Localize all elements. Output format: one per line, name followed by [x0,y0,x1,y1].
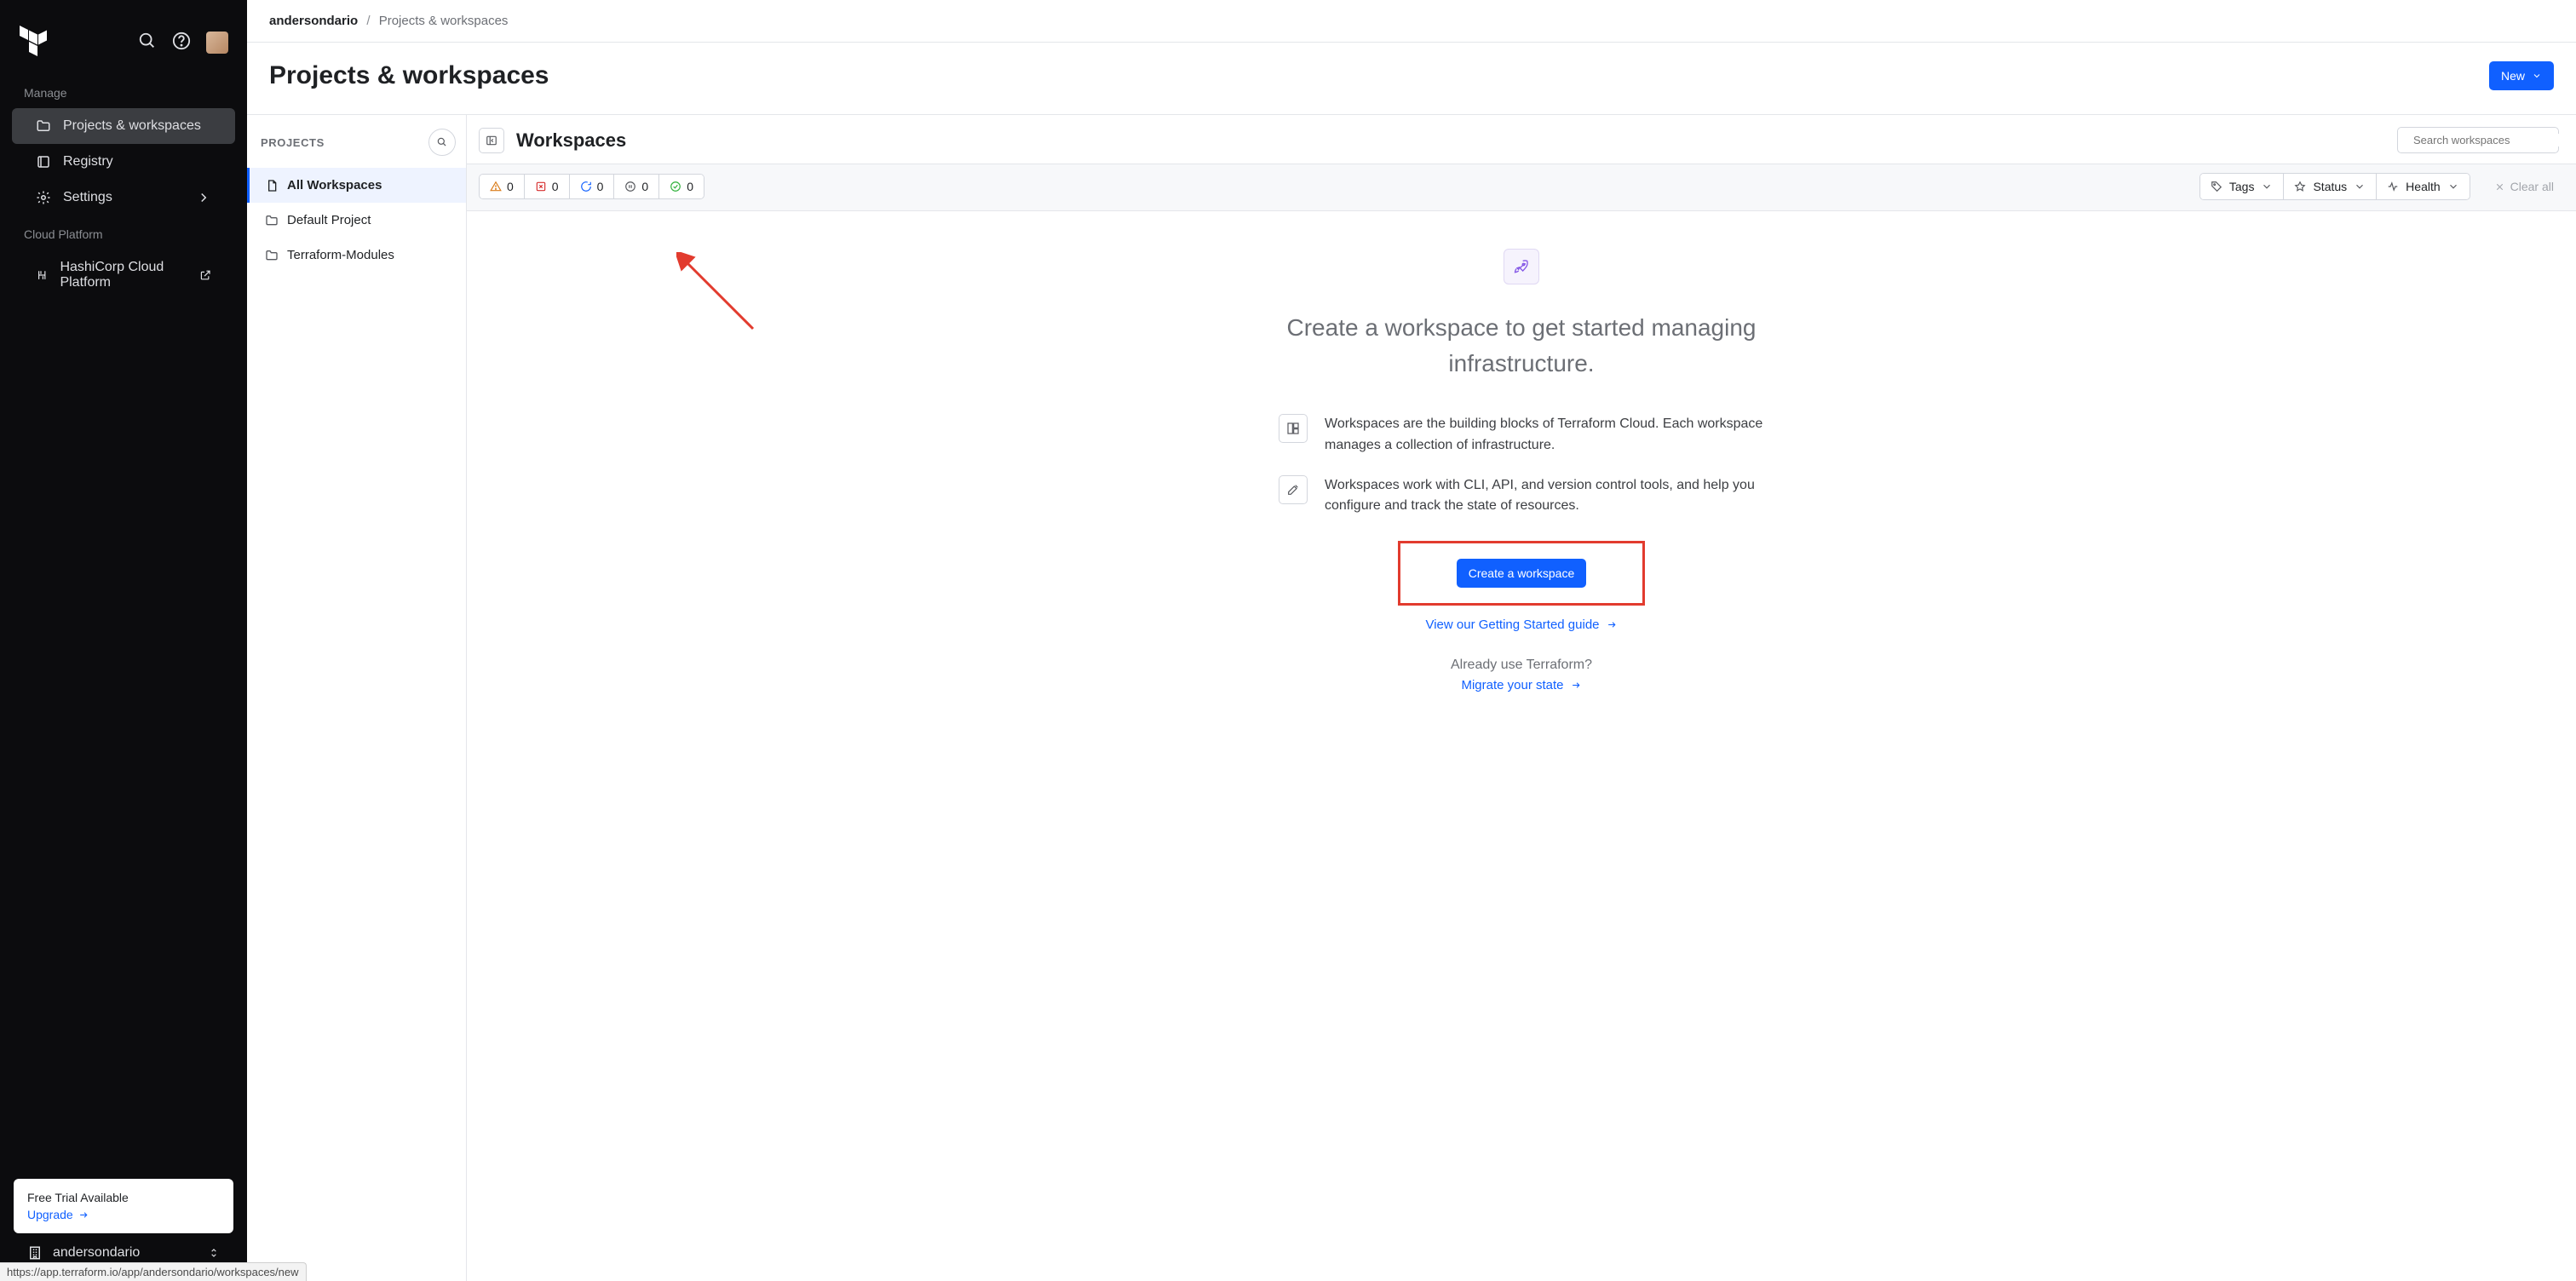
clear-filters[interactable]: Clear all [2479,180,2559,193]
chevron-right-icon [196,190,211,205]
project-item-label: Default Project [287,213,371,227]
activity-icon [2387,181,2399,192]
workspaces-search[interactable] [2397,127,2559,153]
upgrade-link[interactable]: Upgrade [27,1208,89,1221]
file-icon [265,179,279,192]
sidebar-item-hcp[interactable]: HashiCorp Cloud Platform [12,250,235,301]
collapse-projects-button[interactable] [479,128,504,153]
trial-card: Free Trial Available Upgrade [14,1179,233,1233]
create-workspace-button[interactable]: Create a workspace [1457,559,1587,588]
status-error[interactable]: 0 [525,175,570,198]
project-item[interactable]: All Workspaces [247,168,466,203]
trial-title: Free Trial Available [27,1191,220,1204]
filter-health[interactable]: Health [2377,174,2469,199]
folder-icon [265,214,279,227]
search-icon[interactable] [138,32,157,53]
arrow-right-icon [1571,680,1582,691]
nav-section-cloud: Cloud Platform [0,215,247,250]
external-link-icon [199,267,211,283]
building-icon [27,1245,43,1261]
breadcrumb: andersondario / Projects & workspaces [247,0,2576,43]
panel-collapse-icon [486,135,497,146]
sidebar-item-projects[interactable]: Projects & workspaces [12,108,235,144]
registry-icon [36,154,51,169]
projects-label: PROJECTS [261,136,325,149]
search-icon [436,136,448,148]
project-item-label: All Workspaces [287,178,382,192]
main: andersondario / Projects & workspaces Pr… [247,0,2576,1281]
chevron-down-icon [2447,181,2459,192]
workspaces-title: Workspaces [516,129,626,152]
sidebar-item-settings[interactable]: Settings [12,180,235,215]
chevron-down-icon [2261,181,2273,192]
tool-icon [1279,475,1308,504]
projects-panel: PROJECTS All Workspaces Default Project Te… [247,115,467,1281]
projects-search-button[interactable] [428,129,456,156]
status-warn[interactable]: 0 [480,175,525,198]
already-use: Already use Terraform? [1451,658,1592,673]
close-icon [2494,181,2505,192]
help-icon[interactable] [172,32,191,53]
running-icon [580,181,592,192]
avatar[interactable] [206,32,228,54]
arrow-right-icon [78,1209,89,1221]
breadcrumb-page: Projects & workspaces [379,14,509,28]
folder-icon [265,249,279,262]
filter-status[interactable]: Status [2284,174,2377,199]
chevrons-up-down-icon [208,1247,220,1259]
chevron-down-icon [2532,71,2542,81]
rocket-icon [1504,249,1539,284]
breadcrumb-org[interactable]: andersondario [269,14,358,28]
status-ok[interactable]: 0 [659,175,704,198]
new-button[interactable]: New [2489,61,2554,90]
layout-icon [1279,414,1308,443]
empty-info-1: Workspaces are the building blocks of Te… [1325,414,1764,457]
sidebar-item-registry[interactable]: Registry [12,144,235,180]
arrow-right-icon [1607,619,1618,630]
folder-icon [36,118,51,134]
filter-tags[interactable]: Tags [2200,174,2285,199]
migrate-state-link[interactable]: Migrate your state [1461,678,1581,692]
gear-icon [36,190,51,205]
highlighted-cta: Create a workspace [1398,541,1646,606]
project-item[interactable]: Terraform-Modules [247,238,466,273]
warning-icon [490,181,502,192]
status-counters: 0 0 0 0 0 [479,174,704,199]
tag-icon [2211,181,2222,192]
workspaces-panel: Workspaces 0 0 0 0 0 Tags [467,115,2576,1281]
status-paused[interactable]: 0 [614,175,659,198]
nav-section-manage: Manage [0,74,247,108]
success-icon [670,181,681,192]
paused-icon [624,181,636,192]
browser-status-url: https://app.terraform.io/app/andersondar… [0,1262,307,1281]
page-title: Projects & workspaces [269,61,549,90]
empty-state: Create a workspace to get started managi… [467,211,2576,1281]
error-icon [535,181,547,192]
empty-info-2: Workspaces work with CLI, API, and versi… [1325,475,1764,518]
hcp-icon [36,267,48,283]
status-running[interactable]: 0 [570,175,615,198]
empty-title: Create a workspace to get started managi… [1283,310,1760,382]
getting-started-link[interactable]: View our Getting Started guide [1425,618,1617,632]
project-item[interactable]: Default Project [247,203,466,238]
project-item-label: Terraform-Modules [287,248,394,262]
workspaces-search-input[interactable] [2413,134,2563,146]
chevron-down-icon [2354,181,2366,192]
sidebar: Manage Projects & workspaces Registry Se… [0,0,247,1281]
status-icon [2294,181,2306,192]
terraform-logo-icon[interactable] [19,26,48,59]
